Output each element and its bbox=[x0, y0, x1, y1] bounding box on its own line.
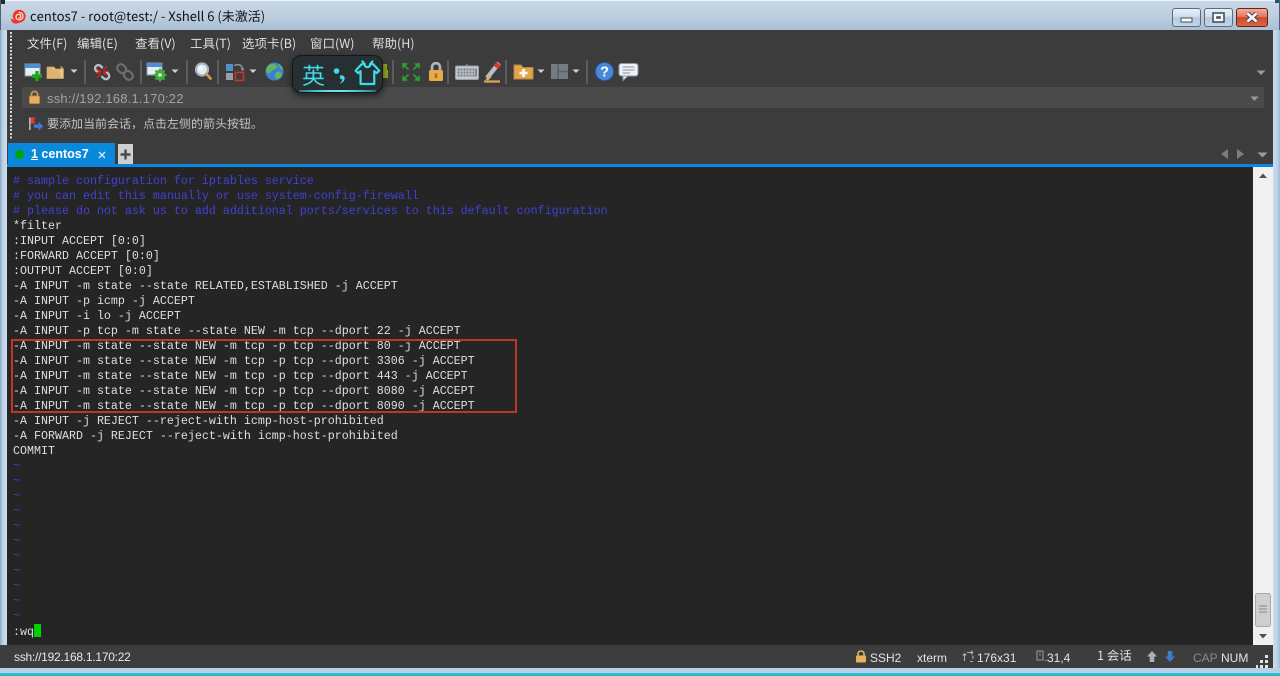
svg-text:?: ? bbox=[600, 65, 609, 81]
